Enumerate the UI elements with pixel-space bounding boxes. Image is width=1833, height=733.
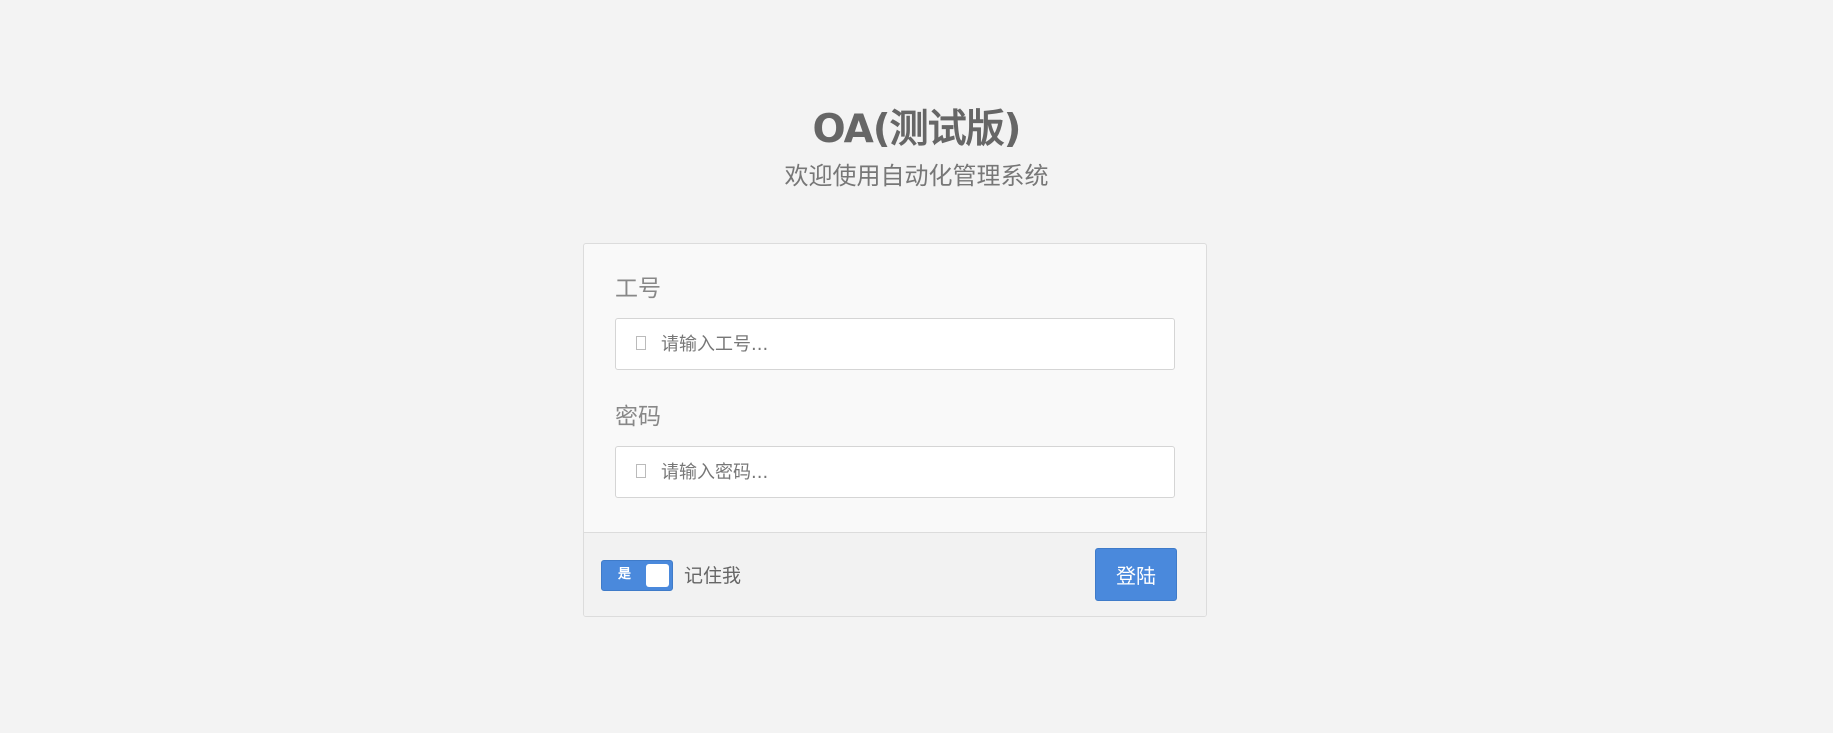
lock-icon bbox=[636, 464, 646, 478]
toggle-on-text: 是 bbox=[618, 567, 632, 582]
password-label: 密码 bbox=[615, 404, 661, 430]
employee-id-label: 工号 bbox=[615, 276, 661, 302]
login-button[interactable]: 登陆 bbox=[1095, 548, 1177, 601]
page-header: OA(测试版) 欢迎使用自动化管理系统 bbox=[0, 104, 1833, 196]
password-input[interactable] bbox=[661, 447, 1161, 497]
password-field[interactable] bbox=[615, 446, 1175, 498]
login-footer: 是 记住我 登陆 bbox=[584, 532, 1206, 616]
employee-id-field[interactable] bbox=[615, 318, 1175, 370]
employee-id-input[interactable] bbox=[661, 319, 1161, 369]
login-form: 工号 密码 bbox=[584, 244, 1206, 534]
user-icon bbox=[636, 336, 646, 350]
login-panel: 工号 密码 是 记住我 登陆 bbox=[583, 243, 1207, 617]
remember-me-toggle[interactable]: 是 bbox=[601, 560, 673, 591]
page-title: OA(测试版) bbox=[812, 107, 1022, 152]
toggle-knob bbox=[646, 564, 669, 587]
page-subtitle: 欢迎使用自动化管理系统 bbox=[784, 162, 1049, 190]
remember-me-label[interactable]: 记住我 bbox=[684, 563, 741, 589]
